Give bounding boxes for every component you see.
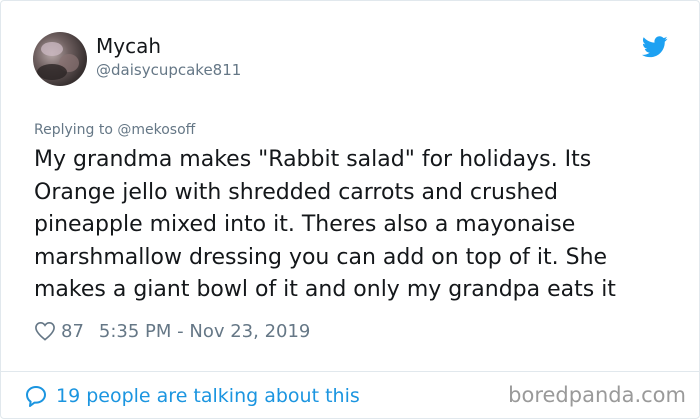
tweet-line: pineapple mixed into it. Theres also a m… <box>34 212 576 237</box>
divider <box>1 371 699 372</box>
avatar-photo-detail <box>37 64 67 80</box>
twitter-bird-icon[interactable] <box>642 36 668 58</box>
replying-to[interactable]: Replying to @mekosoff <box>34 122 195 138</box>
conversation-link[interactable]: 19 people are talking about this <box>24 382 360 410</box>
tweet-line: Orange jello with shredded carrots and c… <box>34 179 558 205</box>
avatar-photo-detail <box>41 42 63 56</box>
tweet-text: My grandma makes "Rabbit salad" for holi… <box>34 144 674 307</box>
like-count[interactable]: 87 <box>61 321 84 342</box>
conversation-label: 19 people are talking about this <box>56 385 360 407</box>
tweet-line: marshmallow dressing you can add on top … <box>34 244 608 270</box>
tweet-line: makes a giant bowl of it and only my gra… <box>34 277 616 302</box>
avatar[interactable] <box>33 32 87 86</box>
user-handle[interactable]: @daisycupcake811 <box>96 61 241 79</box>
display-name[interactable]: Mycah <box>96 34 161 58</box>
tweet-card: Mycah @daisycupcake811 Replying to @meko… <box>0 0 700 419</box>
speech-bubble-icon <box>26 386 46 407</box>
tweet-meta: 87 5:35 PM - Nov 23, 2019 <box>34 319 310 343</box>
boredpanda-watermark: boredpanda.com <box>508 383 686 407</box>
tweet-timestamp[interactable]: 5:35 PM - Nov 23, 2019 <box>99 321 310 342</box>
heart-icon[interactable] <box>34 321 56 341</box>
tweet-line: My grandma makes "Rabbit salad" for holi… <box>34 147 592 172</box>
